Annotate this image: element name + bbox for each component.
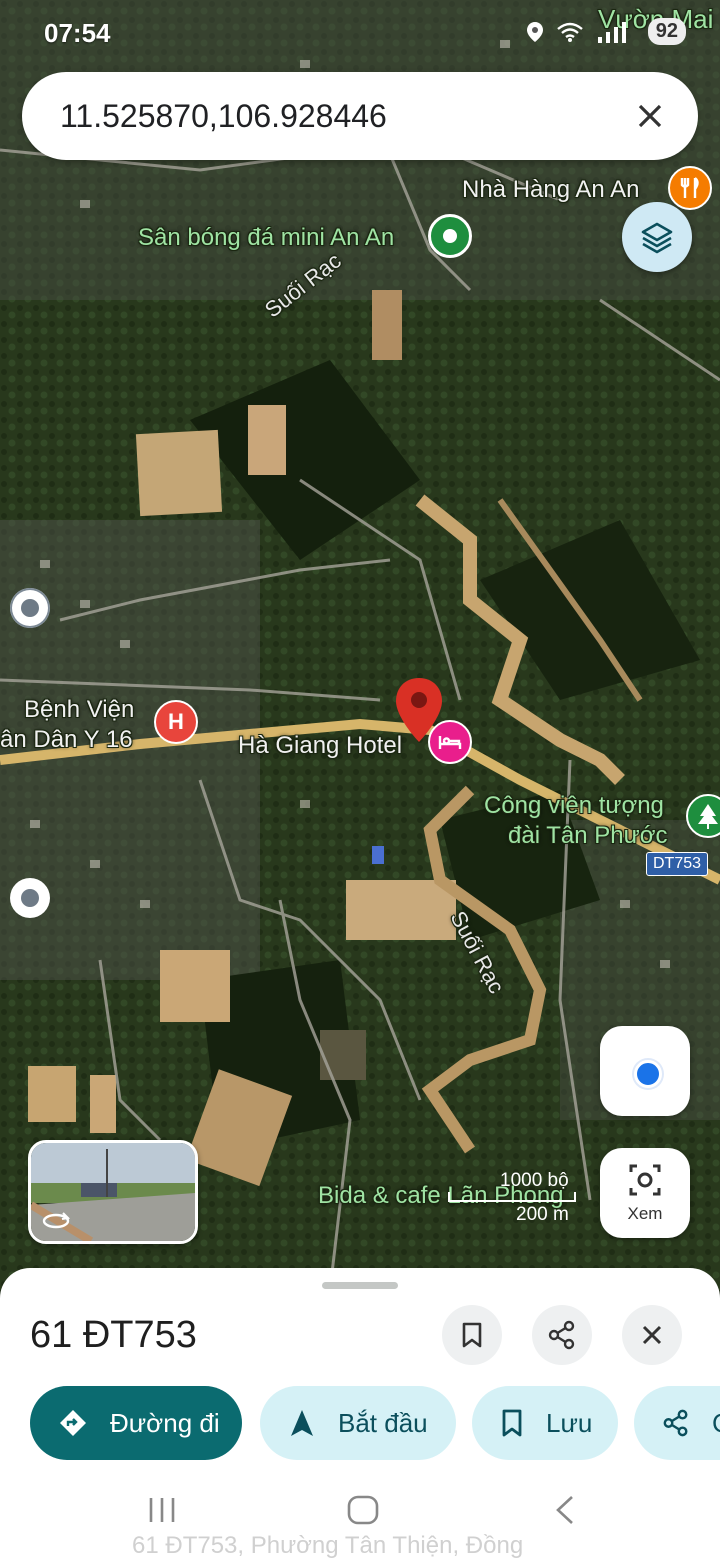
wifi-icon [556, 22, 583, 42]
layers-button[interactable] [622, 202, 692, 272]
lens-label: Xem [627, 1204, 663, 1223]
close-icon [642, 1325, 662, 1345]
map-label-restaurant[interactable]: Nhà Hàng An An [462, 176, 639, 204]
my-location-icon [634, 1060, 662, 1088]
home-button[interactable] [346, 1494, 380, 1531]
bookmark-icon [502, 1409, 522, 1437]
road-badge: DT753 [646, 852, 709, 876]
status-icons: 92 [526, 18, 686, 45]
share-label: C [712, 1408, 720, 1439]
share-icon [548, 1320, 575, 1350]
recents-icon [149, 1498, 175, 1522]
share-button[interactable]: C [634, 1386, 720, 1460]
scale-feet: 1000 bộ [500, 1170, 569, 1191]
recent-apps-button[interactable] [146, 1494, 178, 1531]
share-place-button[interactable] [532, 1305, 592, 1365]
street-view-thumbnail[interactable] [28, 1140, 198, 1244]
clear-search-button[interactable] [626, 92, 674, 140]
battery-level: 92 [647, 18, 686, 45]
close-icon [638, 104, 662, 128]
scale-meters: 200 m [516, 1204, 569, 1225]
status-time: 07:54 [44, 18, 111, 48]
start-button[interactable]: Bắt đầu [260, 1386, 456, 1460]
lens-button[interactable]: Xem [600, 1148, 690, 1238]
start-label: Bắt đầu [338, 1407, 428, 1438]
directions-icon [60, 1410, 86, 1436]
map-label-hotel[interactable]: Hà Giang Hotel [238, 732, 402, 760]
save-button[interactable]: Lưu [472, 1386, 618, 1460]
map-label-hospital-1[interactable]: Bệnh Viện [24, 696, 134, 724]
close-sheet-button[interactable] [622, 1305, 682, 1365]
search-bar[interactable]: 11.525870,106.928446 [22, 72, 698, 160]
place-pin-icon[interactable] [10, 588, 50, 628]
hospital-icon[interactable]: H [154, 700, 198, 744]
directions-button[interactable]: Đường đi [30, 1386, 242, 1460]
back-icon [556, 1496, 573, 1524]
save-label: Lưu [546, 1407, 593, 1438]
address-preview: 61 ĐT753, Phường Tân Thiện, Đồng [132, 1532, 524, 1559]
map-label-park-1[interactable]: Công viên tượng [484, 792, 664, 820]
restaurant-icon[interactable] [668, 166, 712, 210]
back-button[interactable] [552, 1494, 578, 1531]
directions-label: Đường đi [110, 1407, 220, 1438]
location-status-icon [526, 21, 543, 42]
map-label-hospital-2[interactable]: ân Dân Y 16 [0, 726, 133, 754]
park-icon[interactable] [686, 794, 720, 838]
action-chips: Đường đi Bắt đầu Lưu C [30, 1386, 720, 1462]
status-bar: 07:54 92 [0, 0, 720, 64]
stadium-pin-icon[interactable] [428, 214, 472, 258]
map-label-stadium[interactable]: Sân bóng đá mini An An [138, 224, 394, 252]
place-title: 61 ĐT753 [30, 1314, 197, 1356]
drag-handle[interactable] [322, 1282, 398, 1289]
layers-icon [641, 222, 673, 254]
rotate-360-icon [42, 1212, 71, 1229]
system-nav-bar: 61 ĐT753, Phường Tân Thiện, Đồng [0, 1480, 720, 1560]
map-label-park-2[interactable]: đài Tân Phước [508, 822, 667, 850]
camera-icon [629, 1164, 661, 1196]
navigation-arrow-icon [291, 1410, 313, 1436]
place-pin-icon[interactable] [10, 878, 50, 918]
save-place-button[interactable] [442, 1305, 502, 1365]
home-icon [347, 1495, 379, 1525]
my-location-button[interactable] [600, 1026, 690, 1116]
share-icon [663, 1409, 688, 1437]
signal-icon [597, 21, 626, 43]
bookmark-icon [462, 1322, 482, 1348]
search-input[interactable]: 11.525870,106.928446 [60, 98, 387, 135]
scale-bar [448, 1192, 576, 1202]
